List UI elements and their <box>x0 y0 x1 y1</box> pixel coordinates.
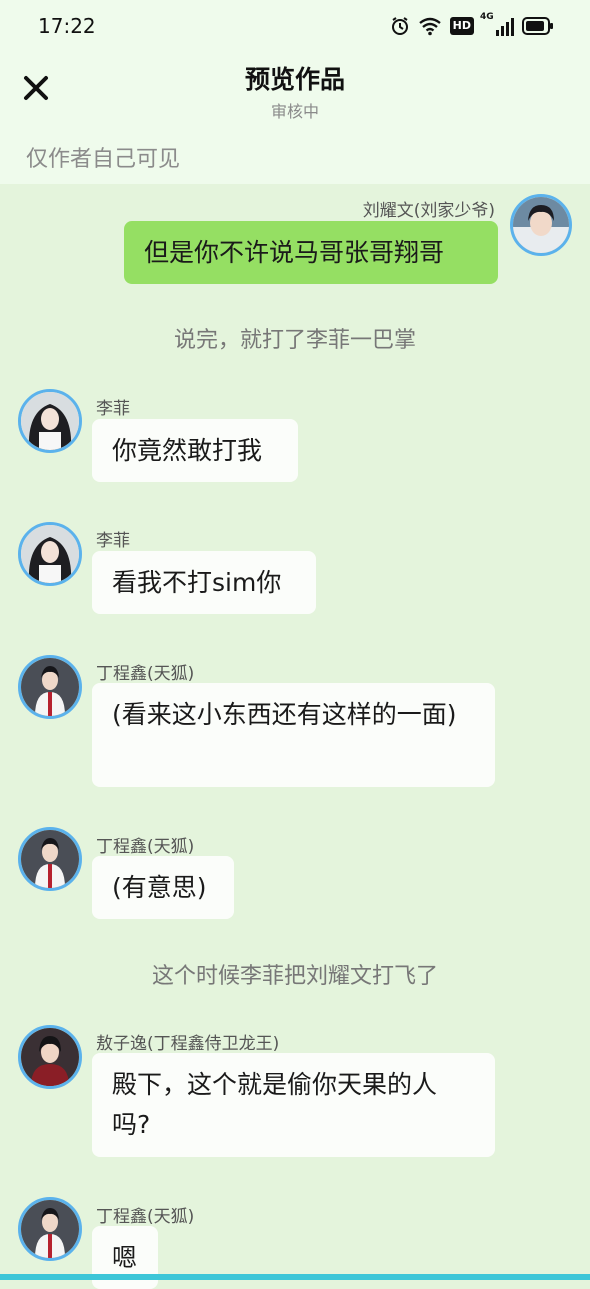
sender-name: 刘耀文(刘家少爷) <box>362 201 495 221</box>
message-bubble[interactable]: 你竟然敢打我 <box>92 419 298 482</box>
status-time: 17:22 <box>38 14 96 38</box>
sender-name: 丁程鑫(天狐) <box>96 664 195 684</box>
avatar[interactable] <box>18 1025 82 1089</box>
review-status: 审核中 <box>270 102 319 121</box>
visibility-note: 仅作者自己可见 <box>26 147 181 172</box>
status-bar: 17:22 HD 4G <box>0 0 590 54</box>
avatar[interactable] <box>18 522 82 586</box>
top-bar: 17:22 HD 4G 预览作品 审核中 仅作者自己可见 <box>0 0 590 184</box>
message-bubble[interactable]: 看我不打sim你 <box>92 551 316 614</box>
wifi-icon <box>418 17 441 36</box>
message-bubble[interactable]: 殿下，这个就是偷你天果的人吗? <box>92 1053 495 1157</box>
chat-area[interactable]: 刘耀文(刘家少爷) 但是你不许说马哥张哥翔哥 说完，就打了李菲一巴掌 李菲 你竟… <box>0 184 590 1289</box>
message-bubble[interactable]: (有意思) <box>92 856 234 919</box>
avatar[interactable] <box>18 389 82 453</box>
network-type: 4G <box>480 12 494 22</box>
hd-icon: HD <box>449 17 474 35</box>
avatar[interactable] <box>18 655 82 719</box>
signal-icon: 4G <box>480 12 514 36</box>
status-icons: HD 4G <box>390 12 554 38</box>
sender-name: 敖子逸(丁程鑫侍卫龙王) <box>96 1034 280 1054</box>
page-title: 预览作品 <box>244 65 345 94</box>
narration-text: 说完，就打了李菲一巴掌 <box>173 328 416 353</box>
sender-name: 丁程鑫(天狐) <box>96 1207 195 1227</box>
narration-text: 这个时候李菲把刘耀文打飞了 <box>151 964 438 989</box>
avatar[interactable] <box>510 194 572 256</box>
message-bubble[interactable]: 但是你不许说马哥张哥翔哥 <box>124 221 498 284</box>
avatar[interactable] <box>18 1197 82 1261</box>
sender-name: 李菲 <box>96 531 130 551</box>
sender-name: 李菲 <box>96 399 130 419</box>
alarm-icon <box>391 17 408 35</box>
avatar[interactable] <box>18 827 82 891</box>
battery-icon <box>522 17 553 35</box>
bottom-accent-bar <box>0 1274 590 1280</box>
sender-name: 丁程鑫(天狐) <box>96 837 195 857</box>
message-bubble[interactable]: (看来这小东西还有这样的一面) <box>92 683 495 787</box>
